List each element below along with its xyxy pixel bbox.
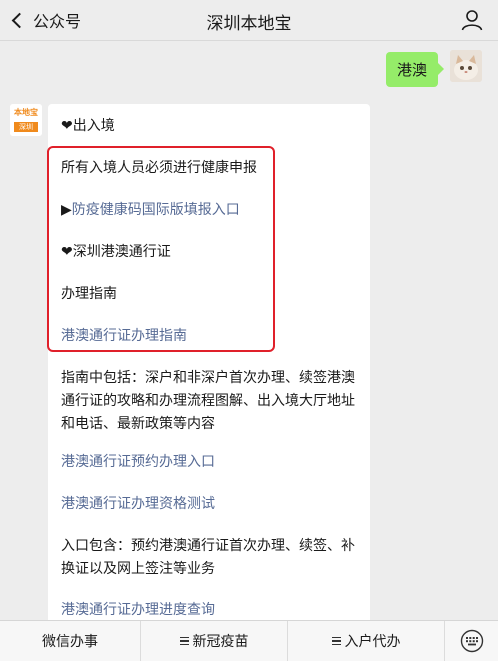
- section-heading-exit-entry: ❤出入境: [61, 118, 115, 134]
- menu-item-wechat-services[interactable]: 微信办事: [0, 621, 141, 661]
- health-declaration-text: 所有入境人员必须进行健康申报: [61, 160, 257, 176]
- official-account-avatar[interactable]: 本地宝 深圳: [10, 104, 42, 136]
- chat-header: 公众号 深圳本地宝: [0, 0, 498, 41]
- menu-item-label: 微信办事: [42, 634, 98, 650]
- triangle-bullet: ▶: [61, 202, 72, 218]
- keyboard-toggle-button[interactable]: [445, 621, 498, 661]
- profile-icon[interactable]: [460, 8, 484, 32]
- booking-link[interactable]: 港澳通行证预约办理入口: [61, 452, 215, 473]
- user-message-bubble[interactable]: 港澳: [385, 52, 445, 87]
- menu-item-hukou-agent[interactable]: 入户代办: [288, 621, 445, 661]
- permit-guide-link[interactable]: 港澳通行证办理指南: [61, 326, 187, 347]
- guide-description: 指南中包括：深户和非深户首次办理、续签港澳通行证的攻略和办理流程图解、出入境大厅…: [61, 370, 355, 432]
- avatar-city-text: 深圳: [19, 123, 33, 131]
- progress-query-link[interactable]: 港澳通行证办理进度查询: [61, 600, 215, 621]
- section-heading-hk-macau-permit: ❤深圳港澳通行证: [61, 244, 171, 260]
- chat-title: 深圳本地宝: [206, 14, 292, 34]
- health-code-line: ▶防疫健康码国际版填报入口: [61, 200, 240, 221]
- bottom-menu: 微信办事 新冠疫苗 入户代办: [0, 620, 498, 661]
- menu-item-label: 新冠疫苗: [192, 634, 249, 650]
- cat-avatar-icon: [450, 50, 482, 82]
- keyboard-icon: [460, 629, 483, 653]
- eligibility-test-link[interactable]: 港澳通行证办理资格测试: [61, 494, 215, 515]
- user-message-row: 港澳: [385, 50, 482, 87]
- menu-list-icon: [179, 635, 189, 648]
- bot-message-bubble: ❤出入境 所有入境人员必须进行健康申报 ▶防疫健康码国际版填报入口 ❤深圳港澳通…: [48, 104, 370, 634]
- user-avatar[interactable]: [450, 50, 482, 82]
- menu-item-label: 入户代办: [344, 634, 401, 650]
- health-code-link[interactable]: 防疫健康码国际版填报入口: [72, 202, 240, 218]
- menu-list-icon: [331, 635, 341, 648]
- entry-description: 入口包含：预约港澳通行证首次办理、续签、补换证以及网上签注等业务: [61, 538, 355, 577]
- guide-heading: 办理指南: [61, 286, 117, 302]
- menu-item-covid-vaccine[interactable]: 新冠疫苗: [141, 621, 288, 661]
- avatar-logo-text: 本地宝: [14, 108, 38, 117]
